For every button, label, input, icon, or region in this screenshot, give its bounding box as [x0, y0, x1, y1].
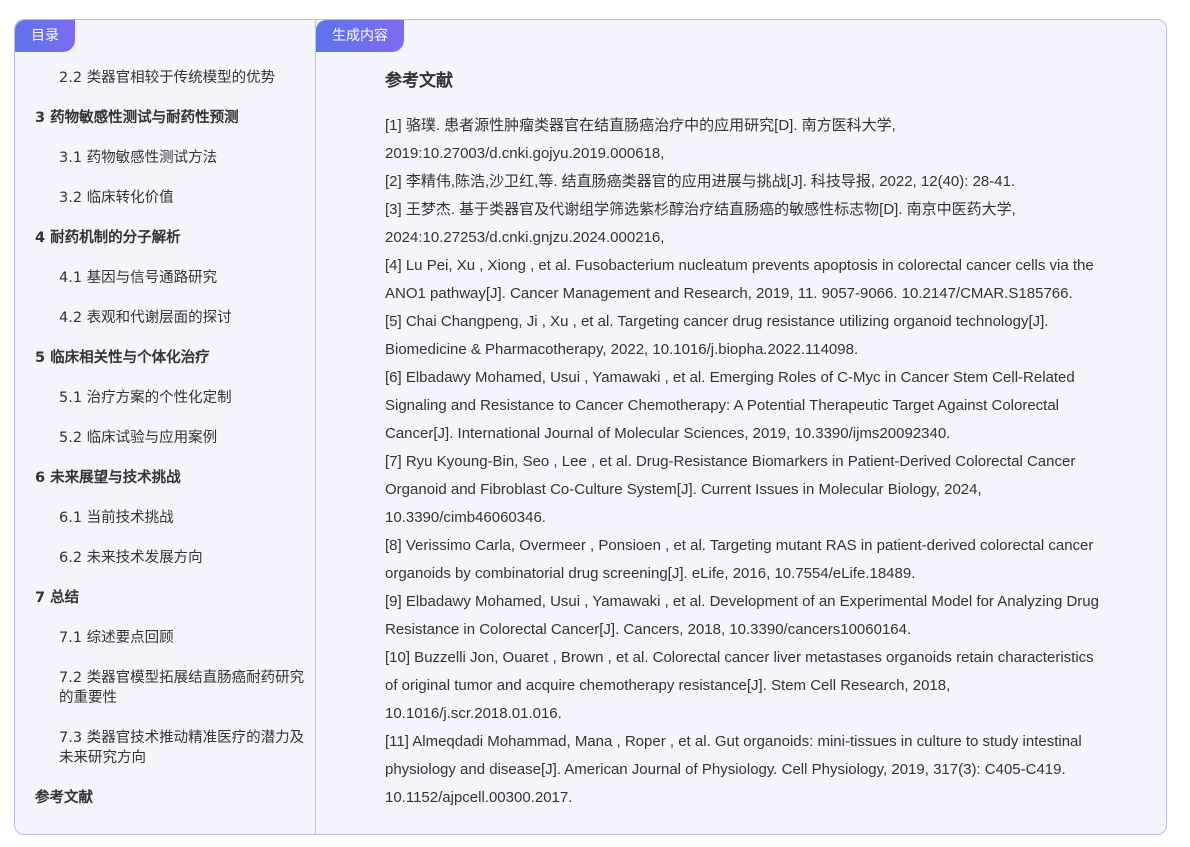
toc-item[interactable]: 6.1 当前技术挑战 — [15, 508, 315, 528]
toc-item[interactable]: 参考文献 — [15, 788, 315, 808]
reference-item: [6] Elbadawy Mohamed, Usui , Yamawaki , … — [385, 369, 1075, 442]
reference-item: [4] Lu Pei, Xu , Xiong , et al. Fusobact… — [385, 257, 1094, 302]
toc-item[interactable]: 5.1 治疗方案的个性化定制 — [15, 388, 315, 408]
toc-item[interactable]: 7 总结 — [15, 588, 315, 608]
section-heading: 参考文献 — [385, 71, 453, 91]
reference-item: [11] Almeqdadi Mohammad, Mana , Roper , … — [385, 733, 1082, 806]
toc-item[interactable]: 4.1 基因与信号通路研究 — [15, 268, 315, 288]
toc-list: 2.2 类器官相较于传统模型的优势 3 药物敏感性测试与耐药性预测 3.1 药物… — [15, 68, 315, 828]
toc-item[interactable]: 7.3 类器官技术推动精准医疗的潜力及未来研究方向 — [15, 728, 315, 768]
toc-item[interactable]: 4.2 表观和代谢层面的探讨 — [15, 308, 315, 328]
reference-item: [1] 骆璞. 患者源性肿瘤类器官在结直肠癌治疗中的应用研究[D]. 南方医科大… — [385, 117, 896, 162]
toc-item[interactable]: 6 未来展望与技术挑战 — [15, 468, 315, 488]
toc-item[interactable]: 7.1 综述要点回顾 — [15, 628, 315, 648]
reference-item: [5] Chai Changpeng, Ji , Xu , et al. Tar… — [385, 313, 1049, 358]
toc-item[interactable]: 3 药物敏感性测试与耐药性预测 — [15, 108, 315, 128]
toc-item[interactable]: 6.2 未来技术发展方向 — [15, 548, 315, 568]
reference-item: [8] Verissimo Carla, Overmeer , Ponsioen… — [385, 537, 1094, 582]
toc-item[interactable]: 3.2 临床转化价值 — [15, 188, 315, 208]
toc-item[interactable]: 2.2 类器官相较于传统模型的优势 — [15, 68, 315, 88]
reference-item: [10] Buzzelli Jon, Ouaret , Brown , et a… — [385, 649, 1094, 722]
generated-content: 参考文献 [1] 骆璞. 患者源性肿瘤类器官在结直肠癌治疗中的应用研究[D]. … — [385, 68, 1102, 812]
reference-item: [7] Ryu Kyoung-Bin, Seo , Lee , et al. D… — [385, 453, 1076, 526]
toc-item[interactable]: 5 临床相关性与个体化治疗 — [15, 348, 315, 368]
toc-item[interactable]: 4 耐药机制的分子解析 — [15, 228, 315, 248]
toc-item[interactable]: 7.2 类器官模型拓展结直肠癌耐药研究的重要性 — [15, 668, 315, 708]
toc-item[interactable]: 3.1 药物敏感性测试方法 — [15, 148, 315, 168]
toc-item[interactable]: 5.2 临床试验与应用案例 — [15, 428, 315, 448]
reference-item: [9] Elbadawy Mohamed, Usui , Yamawaki , … — [385, 593, 1099, 638]
app-frame: 目录 2.2 类器官相较于传统模型的优势 3 药物敏感性测试与耐药性预测 3.1… — [14, 19, 1167, 835]
toc-tab-label: 目录 — [15, 20, 75, 52]
toc-sidebar: 目录 2.2 类器官相较于传统模型的优势 3 药物敏感性测试与耐药性预测 3.1… — [15, 20, 316, 834]
reference-item: [3] 王梦杰. 基于类器官及代谢组学筛选紫杉醇治疗结直肠癌的敏感性标志物[D]… — [385, 201, 1016, 246]
reference-item: [2] 李精伟,陈浩,沙卫红,等. 结直肠癌类器官的应用进展与挑战[J]. 科技… — [385, 173, 1016, 190]
content-panel: 生成内容 参考文献 [1] 骆璞. 患者源性肿瘤类器官在结直肠癌治疗中的应用研究… — [316, 20, 1166, 834]
reference-list: [1] 骆璞. 患者源性肿瘤类器官在结直肠癌治疗中的应用研究[D]. 南方医科大… — [385, 112, 1102, 812]
content-tab-label: 生成内容 — [316, 20, 404, 52]
